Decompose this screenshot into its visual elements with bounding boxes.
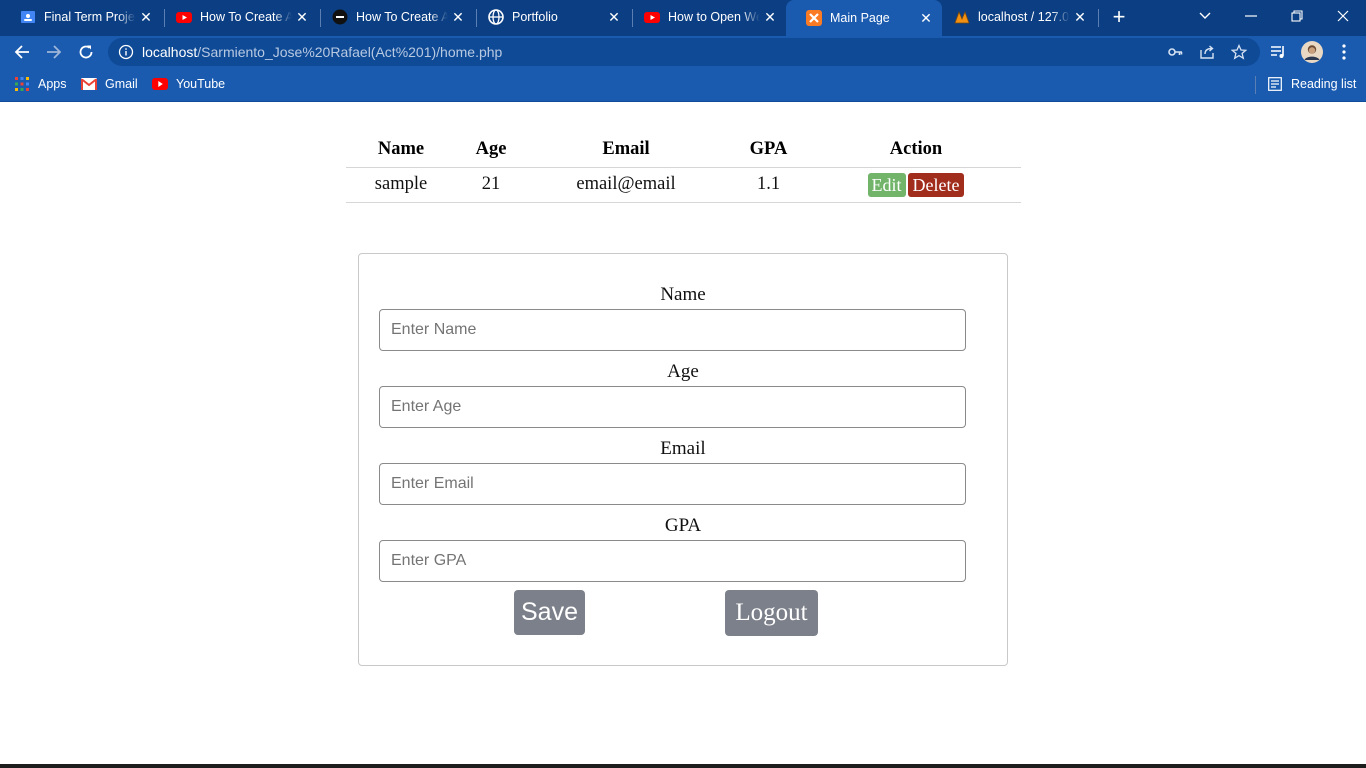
back-arrow-icon[interactable]: [9, 39, 35, 65]
address-bar[interactable]: localhost/Sarmiento_Jose%20Rafael(Act%20…: [108, 38, 1260, 66]
avatar[interactable]: [1301, 41, 1323, 63]
close-window-icon[interactable]: [1320, 0, 1366, 32]
email-label: Email: [660, 438, 706, 459]
cell-actions: Edit Delete: [811, 167, 1021, 203]
bookmark-gmail[interactable]: Gmail: [81, 76, 138, 92]
gpa-label: GPA: [664, 515, 702, 536]
logout-button[interactable]: Logout: [725, 590, 818, 636]
key-icon[interactable]: [1166, 43, 1184, 61]
page-content: Name Age Email GPA Action sample 21 emai…: [0, 103, 1366, 768]
column-header-age: Age: [456, 133, 526, 168]
age-input[interactable]: [379, 386, 966, 428]
reload-icon[interactable]: [73, 39, 99, 65]
bookmarks-divider: [1255, 76, 1256, 94]
youtube-icon: [644, 9, 660, 25]
table-row: sample 21 email@email 1.1 Edit Delete: [346, 167, 1021, 203]
bookmark-label: Apps: [38, 77, 67, 91]
tab-main-page[interactable]: Main Page ✕: [786, 0, 942, 36]
close-tab-icon[interactable]: ✕: [448, 9, 468, 26]
tab-how-to-create-2[interactable]: How To Create A ✕: [312, 0, 474, 34]
xampp-icon: [806, 10, 822, 26]
bookmark-label: Gmail: [105, 77, 138, 91]
student-form: Name Age Email GPA Save Logout: [358, 253, 1008, 666]
browser-tab-strip: Final Term Project ✕ How To Create A ✕ H…: [0, 0, 1366, 36]
bookmark-star-icon[interactable]: [1230, 43, 1248, 61]
tab-how-to-open-web[interactable]: How to Open Web ✕: [624, 0, 786, 34]
tab-final-term-project[interactable]: Final Term Project ✕: [0, 0, 162, 34]
column-header-email: Email: [526, 133, 726, 168]
cell-name: sample: [346, 167, 456, 203]
tab-portfolio[interactable]: Portfolio ✕: [468, 0, 630, 34]
tab-title: Final Term Project: [44, 10, 136, 24]
column-header-gpa: GPA: [726, 133, 811, 168]
tab-title: How To Create A: [356, 10, 448, 24]
share-icon[interactable]: [1198, 43, 1216, 61]
records-table: Name Age Email GPA Action sample 21 emai…: [346, 133, 1021, 203]
bookmark-apps[interactable]: Apps: [14, 76, 67, 92]
email-input[interactable]: [379, 463, 966, 505]
cell-gpa: 1.1: [726, 167, 811, 203]
close-tab-icon[interactable]: ✕: [292, 9, 312, 26]
tab-divider: [1098, 9, 1099, 27]
phpmyadmin-icon: [954, 9, 970, 25]
reading-list-label: Reading list: [1291, 77, 1357, 91]
column-header-action: Action: [811, 133, 1021, 168]
forward-arrow-icon[interactable]: [41, 39, 67, 65]
site-info-icon[interactable]: [118, 44, 134, 60]
tab-phpmyadmin[interactable]: localhost / 127.0.0.1 ✕: [934, 0, 1096, 34]
edit-button[interactable]: Edit: [867, 172, 906, 197]
tab-title: Portfolio: [512, 10, 558, 24]
url-host: localhost: [142, 44, 198, 60]
bookmark-label: YouTube: [176, 77, 226, 91]
name-input[interactable]: [379, 309, 966, 351]
close-tab-icon[interactable]: ✕: [916, 10, 936, 27]
gpa-input[interactable]: [379, 540, 966, 582]
tab-title: Main Page: [830, 11, 890, 25]
site-favicon-icon: [332, 9, 348, 25]
new-tab-button[interactable]: +: [1106, 4, 1132, 30]
restore-icon[interactable]: [1274, 0, 1320, 32]
more-menu-icon[interactable]: [1333, 41, 1355, 63]
tab-how-to-create-1[interactable]: How To Create A ✕: [156, 0, 318, 34]
reading-list-button[interactable]: Reading list: [1267, 76, 1356, 92]
youtube-icon: [176, 9, 192, 25]
cell-email: email@email: [526, 167, 726, 203]
globe-icon: [488, 9, 504, 25]
close-tab-icon[interactable]: ✕: [136, 9, 156, 26]
bookmarks-bar: Apps Gmail YouTube Reading list: [0, 68, 1366, 102]
google-classroom-icon: [20, 9, 36, 25]
youtube-icon: [152, 76, 168, 92]
tab-title: localhost / 127.0.0.1: [978, 10, 1070, 24]
tab-title: How to Open Web: [668, 10, 760, 24]
url-text: localhost/Sarmiento_Jose%20Rafael(Act%20…: [142, 44, 502, 60]
reading-list-icon: [1267, 76, 1283, 92]
media-queue-icon[interactable]: [1268, 41, 1290, 63]
gmail-icon: [81, 76, 97, 92]
close-tab-icon[interactable]: ✕: [760, 9, 780, 26]
delete-button[interactable]: Delete: [907, 172, 965, 197]
url-path: /Sarmiento_Jose%20Rafael(Act%201)/home.p…: [197, 44, 503, 60]
table-header-row: Name Age Email GPA Action: [346, 133, 1021, 168]
browser-toolbar: localhost/Sarmiento_Jose%20Rafael(Act%20…: [0, 36, 1366, 68]
cell-age: 21: [456, 167, 526, 203]
tab-search-chevron-icon[interactable]: [1182, 0, 1228, 32]
column-header-name: Name: [346, 133, 456, 168]
bookmark-youtube[interactable]: YouTube: [152, 76, 225, 92]
apps-grid-icon: [14, 76, 30, 92]
tab-title: How To Create A: [200, 10, 292, 24]
age-label: Age: [667, 361, 699, 382]
save-button[interactable]: Save: [514, 590, 585, 635]
minimize-icon[interactable]: [1228, 0, 1274, 32]
close-tab-icon[interactable]: ✕: [604, 9, 624, 26]
close-tab-icon[interactable]: ✕: [1070, 9, 1090, 26]
name-label: Name: [660, 284, 706, 305]
window-bottom-edge: [0, 764, 1366, 768]
